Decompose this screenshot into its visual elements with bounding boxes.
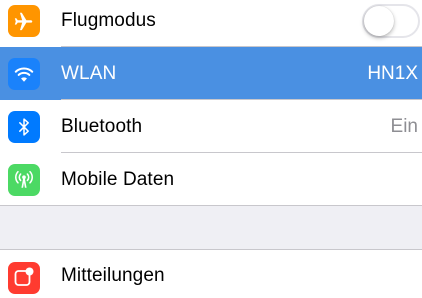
bluetooth-status-value: Ein: [390, 115, 418, 137]
notifications-label: Mitteilungen: [61, 265, 165, 286]
connectivity-group: Flugmodus WLAN HN1X Bluetooth Ein Mobile…: [0, 0, 422, 206]
bluetooth-label: Bluetooth: [61, 115, 143, 137]
toggle-knob: [364, 5, 394, 36]
settings-row-airplane-mode[interactable]: Flugmodus: [0, 0, 422, 47]
wlan-label: WLAN: [61, 62, 117, 84]
settings-row-mobile-data[interactable]: Mobile Daten: [0, 153, 422, 206]
settings-row-notifications[interactable]: Mitteilungen: [0, 250, 422, 298]
wlan-network-value: HN1X: [367, 62, 418, 84]
antenna-icon: [8, 163, 40, 196]
notifications-group: Mitteilungen: [0, 249, 422, 298]
notifications-icon: [8, 261, 40, 294]
settings-row-bluetooth[interactable]: Bluetooth Ein: [0, 100, 422, 153]
airplane-mode-label: Flugmodus: [61, 9, 156, 31]
mobile-data-label: Mobile Daten: [61, 168, 175, 190]
bluetooth-icon: [8, 110, 40, 143]
settings-screen: Flugmodus WLAN HN1X Bluetooth Ein Mobile…: [0, 0, 422, 298]
airplane-mode-toggle[interactable]: [362, 3, 420, 38]
airplane-icon: [8, 4, 40, 37]
group-bottom-border: [0, 205, 422, 206]
wifi-icon: [8, 57, 40, 90]
settings-row-wlan[interactable]: WLAN HN1X: [0, 47, 422, 100]
